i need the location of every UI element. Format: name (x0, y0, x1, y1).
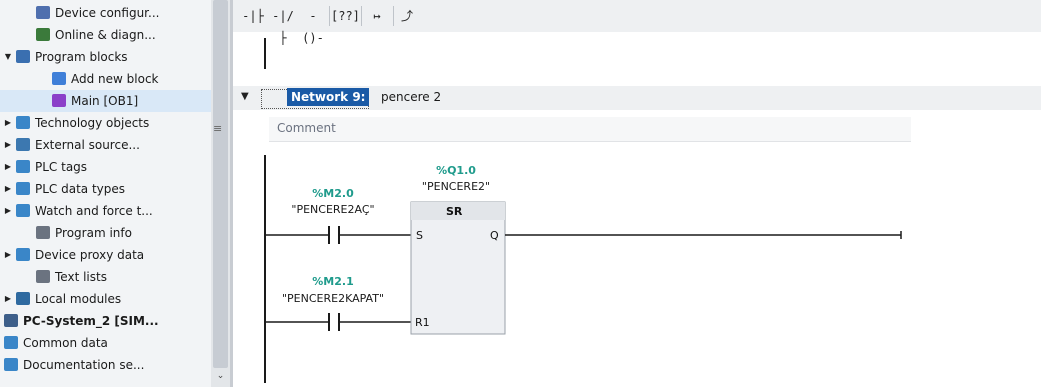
tree-item-label: Documentation se... (23, 358, 145, 372)
external-source-icon (16, 138, 30, 151)
common-data-icon (4, 336, 18, 349)
tree-item[interactable]: ▶ PLC data types (0, 178, 211, 200)
network-comment-placeholder: Comment (277, 121, 336, 135)
tree-item[interactable]: Add new block (0, 68, 211, 90)
network-name[interactable]: pencere 2 (381, 90, 441, 104)
tree-item-label: Add new block (71, 72, 159, 86)
ladder-diagram (264, 155, 902, 383)
plc-tags-icon (16, 160, 30, 173)
tree-item-label: Online & diagn... (55, 28, 156, 42)
network-title[interactable]: Network 9: (287, 88, 370, 106)
program-info-icon (36, 226, 50, 239)
pc-system-icon (4, 314, 18, 327)
expanded-arrow-icon[interactable]: ▼ (3, 46, 13, 68)
sr-block[interactable] (410, 201, 506, 335)
tree-item[interactable]: ▶ PLC tags (0, 156, 211, 178)
network-header[interactable]: ▼ Network 9: pencere 2 (233, 86, 1041, 110)
tree-item-label: Watch and force t... (35, 204, 153, 218)
tree-item[interactable]: Device configur... (0, 2, 211, 24)
coil-button[interactable]: -()- (299, 5, 327, 45)
tree-item-label: Main [OB1] (71, 94, 139, 108)
tree-item[interactable]: ▶ Watch and force t... (0, 200, 211, 222)
tree-item-label: Text lists (55, 270, 107, 284)
tree-item[interactable]: ▶ External source... (0, 134, 211, 156)
collapsed-arrow-icon[interactable]: ▶ (3, 244, 13, 266)
scroll-down-arrow-icon[interactable]: ⌄ (213, 371, 228, 385)
tree-item[interactable]: Text lists (0, 266, 211, 288)
tree-item-label: Program blocks (35, 50, 128, 64)
tree-item[interactable]: ▶ Documentation se... (0, 354, 211, 376)
collapsed-arrow-icon[interactable]: ▶ (0, 332, 1, 354)
sr-block-type: SR (446, 205, 463, 218)
tree-item[interactable]: Main [OB1] (0, 90, 211, 112)
watch-force-icon (16, 204, 30, 217)
tree-item-label: Program info (55, 226, 132, 240)
collapsed-arrow-icon[interactable]: ▶ (3, 134, 13, 156)
collapsed-arrow-icon[interactable]: ▶ (0, 354, 1, 376)
collapsed-arrow-icon[interactable]: ▶ (3, 200, 13, 222)
tree-item-label: External source... (35, 138, 140, 152)
device-proxy-icon (16, 248, 30, 261)
collapsed-arrow-icon[interactable]: ▶ (3, 288, 13, 310)
project-tree: Device configur... Online & diagn... ▼ Prog… (0, 0, 211, 387)
close-branch-button[interactable]: ⤴ (393, 5, 421, 27)
power-rail-previous (264, 38, 266, 69)
add-block-icon (52, 72, 66, 85)
collapse-arrow-icon[interactable]: ▼ (241, 91, 249, 102)
tree-item[interactable]: ▶ Common data (0, 332, 211, 354)
tree-item[interactable]: ▼ Program blocks (0, 46, 211, 68)
tree-item-label: Device configur... (55, 6, 160, 20)
contact-2-symbol[interactable]: "PENCERE2KAPAT" (263, 292, 403, 305)
tree-scrollbar[interactable]: ⌄ (211, 0, 230, 387)
no-contact-m2-1[interactable] (319, 313, 349, 331)
toolbar-separator (329, 6, 330, 26)
tree-item[interactable]: ▶ Device proxy data (0, 244, 211, 266)
collapsed-arrow-icon[interactable]: ▶ (3, 178, 13, 200)
contact-1-address[interactable]: %M2.0 (285, 187, 381, 200)
tree-item-label: Technology objects (35, 116, 150, 130)
tree-item-label: Common data (23, 336, 108, 350)
ladder-editor: -|├ -|/├ -()- [??] ↦ ⤴ ▼ Network 9: pencere 2… (233, 0, 1041, 387)
tree-item-label: PLC data types (35, 182, 126, 196)
instruction-toolbar: -|├ -|/├ -()- [??] ↦ ⤴ (233, 0, 1041, 45)
tree-item[interactable]: Program info (0, 222, 211, 244)
online-diagnostics-icon (36, 28, 50, 41)
empty-box-button[interactable]: [??] (331, 5, 360, 27)
documentation-icon (4, 358, 18, 371)
splitter-grip-icon[interactable]: ≡ (213, 122, 222, 135)
tree-item[interactable]: Online & diagn... (0, 24, 211, 46)
local-modules-icon (16, 292, 30, 305)
contact-1-symbol[interactable]: "PENCERE2AÇ" (275, 203, 391, 216)
no-contact-m2-0[interactable] (319, 226, 349, 244)
nc-contact-button[interactable]: -|/├ (269, 5, 297, 45)
ob-block-icon (52, 94, 66, 107)
sr-output-address[interactable]: %Q1.0 (416, 164, 496, 177)
tree-item[interactable]: ▶ PC-System_2 [SIM... (0, 310, 211, 332)
device-config-icon (36, 6, 50, 19)
program-blocks-folder-icon (16, 50, 30, 63)
toolbar-separator (361, 6, 362, 26)
plc-data-types-icon (16, 182, 30, 195)
collapsed-arrow-icon[interactable]: ▶ (3, 156, 13, 178)
tree-scrollbar-thumb[interactable] (213, 0, 228, 368)
tree-item-label: PC-System_2 [SIM... (23, 314, 159, 328)
sr-output-symbol[interactable]: "PENCERE2" (406, 180, 506, 193)
contact-2-address[interactable]: %M2.1 (285, 275, 381, 288)
sr-pin-q: Q (490, 229, 499, 242)
tree-item[interactable]: ▶ Technology objects (0, 112, 211, 134)
network-comment-field[interactable]: Comment (269, 117, 911, 142)
tree-item-label: Device proxy data (35, 248, 145, 262)
sr-pin-r1: R1 (415, 316, 430, 329)
tree-item[interactable]: ▶ Local modules (0, 288, 211, 310)
technology-objects-icon (16, 116, 30, 129)
text-lists-icon (36, 270, 50, 283)
no-contact-button[interactable]: -|├ (239, 5, 267, 27)
tree-item-label: PLC tags (35, 160, 88, 174)
collapsed-arrow-icon[interactable]: ▶ (3, 112, 13, 134)
collapsed-arrow-icon[interactable]: ▶ (0, 310, 1, 332)
sr-pin-s: S (416, 229, 423, 242)
tree-item-label: Local modules (35, 292, 122, 306)
open-branch-button[interactable]: ↦ (363, 5, 391, 27)
